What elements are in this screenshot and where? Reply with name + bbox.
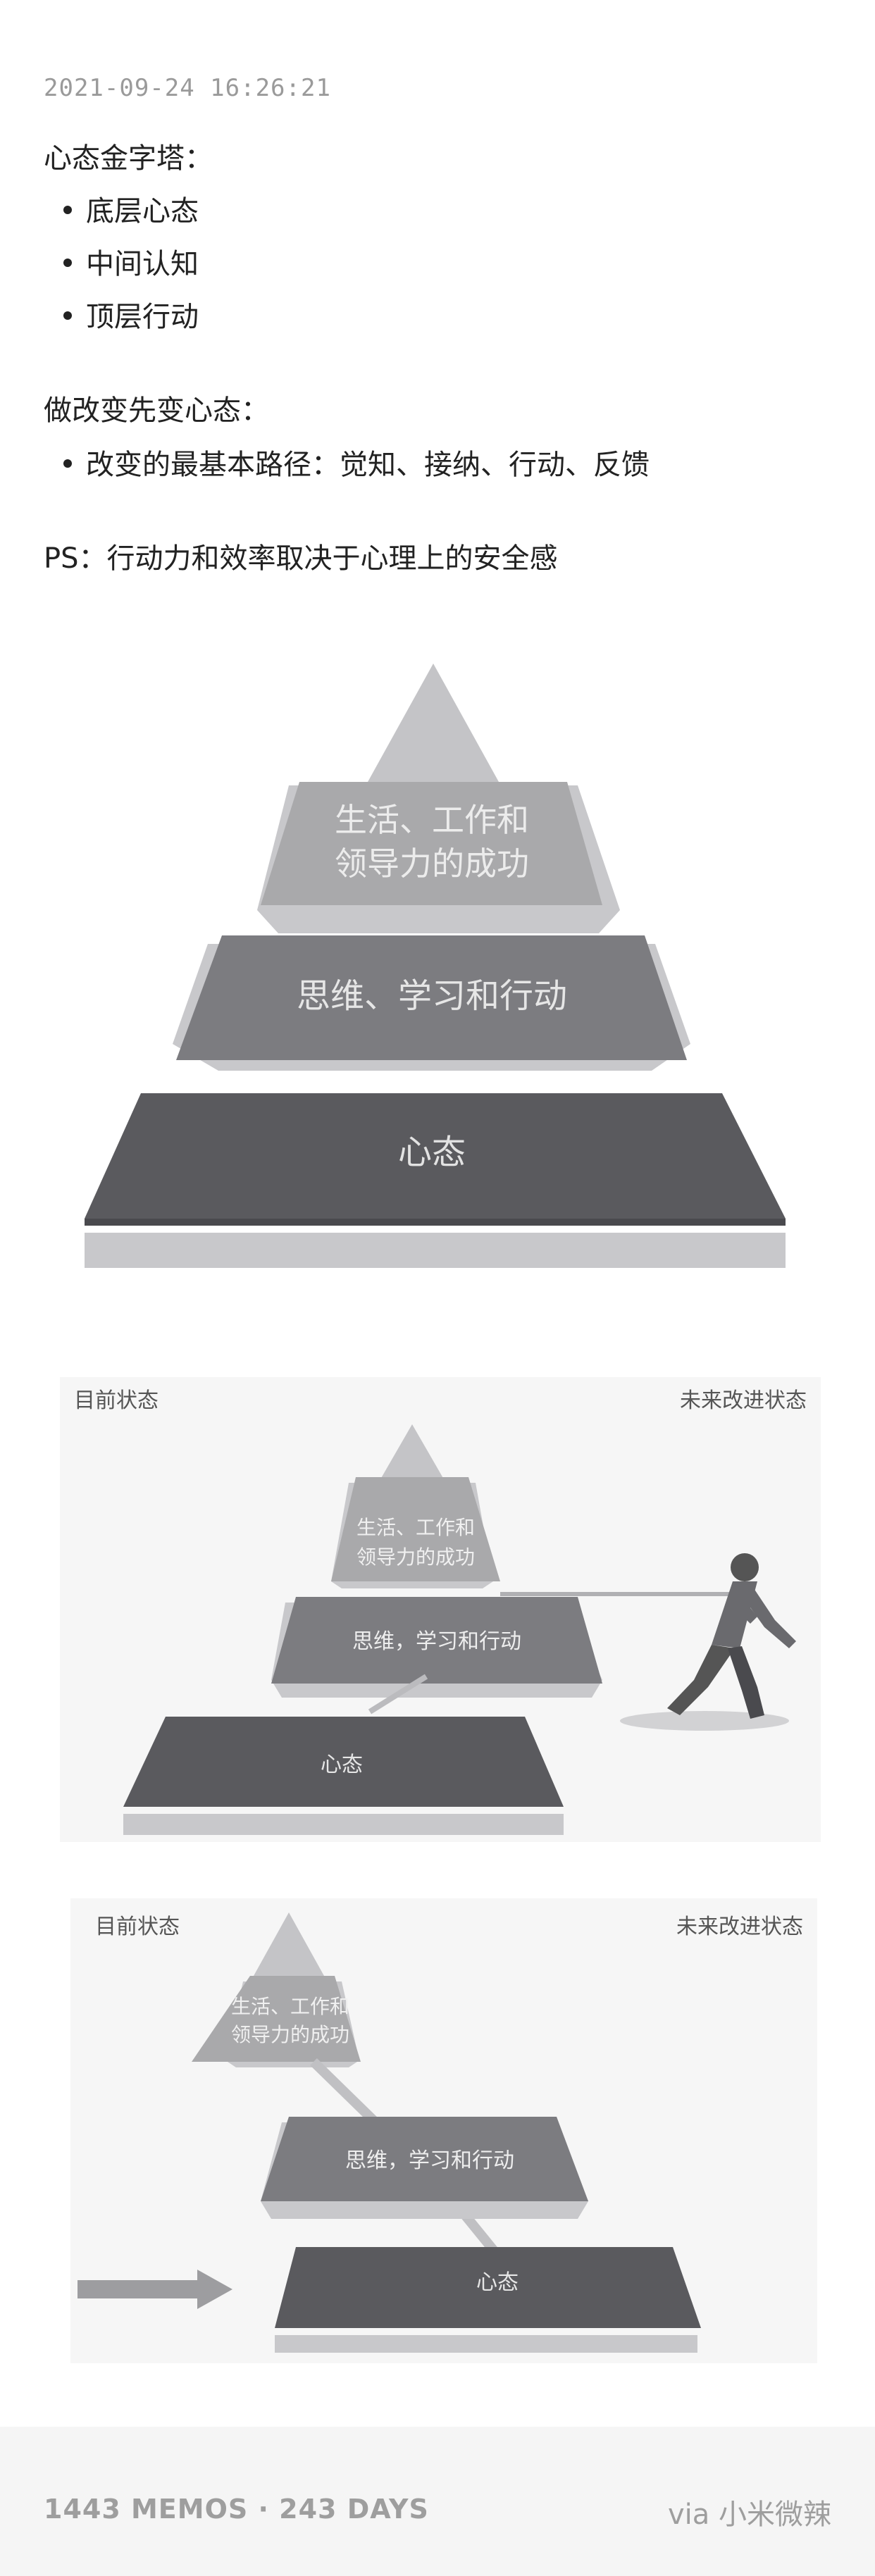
pyramid-top-line2: 领导力的成功	[335, 845, 529, 883]
current-vs-future-image-2: 目前状态 未来改进状态 生活、工作和 领导力的成功 思维，学习和行动 心态	[70, 1898, 817, 2363]
fig3-top-line1: 生活、工作和	[231, 1995, 349, 2018]
memo-stats: 1443 MEMOS · 243 DAYS	[44, 2494, 429, 2525]
bullet-text: 顶层行动	[86, 301, 199, 333]
bullet-item: 改变的最基本路径：觉知、接纳、行动、反馈	[63, 444, 650, 486]
pyramid-middle-label: 思维、学习和行动	[297, 976, 567, 1016]
future-state-label: 未来改进状态	[676, 1915, 803, 1939]
bullet-item: 顶层行动	[63, 296, 199, 338]
fig2-bottom-label: 心态	[321, 1753, 363, 1777]
fig3-middle-label: 思维，学习和行动	[345, 2148, 514, 2173]
bullet-dot-icon	[63, 459, 72, 468]
memo-timestamp: 2021-09-24 16:26:21	[44, 74, 331, 102]
fig3-bottom-label: 心态	[476, 2270, 519, 2295]
bullet-item: 中间认知	[63, 243, 199, 285]
pyramid-bottom-label: 心态	[398, 1133, 466, 1172]
bullet-dot-icon	[63, 311, 72, 320]
section1-title: 心态金字塔：	[44, 142, 213, 175]
future-state-label: 未来改进状态	[680, 1388, 807, 1413]
bullet-text: 改变的最基本路径：觉知、接纳、行动、反馈	[86, 449, 650, 481]
pyramid-top-line1: 生活、工作和	[335, 801, 529, 839]
bullet-text: 中间认知	[86, 248, 199, 280]
bullet-item: 底层心态	[63, 190, 199, 232]
current-state-label: 目前状态	[74, 1388, 159, 1413]
section2-title: 做改变先变心态：	[44, 394, 269, 427]
footer: 1443 MEMOS · 243 DAYS via 小米微辣	[0, 2427, 875, 2576]
ps-note: PS：行动力和效率取决于心理上的安全感	[44, 542, 558, 575]
current-vs-future-image-1: 目前状态 未来改进状态 生活、工作和 领导力的成功 思维，学习和行动 心态	[60, 1377, 821, 1842]
bullet-dot-icon	[63, 206, 72, 214]
fig2-top-line2: 领导力的成功	[356, 1545, 475, 1569]
fig3-top-line2: 领导力的成功	[231, 2023, 349, 2046]
bullet-text: 底层心态	[86, 195, 199, 228]
current-state-label: 目前状态	[95, 1915, 180, 1939]
fig2-top-line1: 生活、工作和	[356, 1516, 475, 1539]
mindset-pyramid-image: 生活、工作和 领导力的成功 思维、学习和行动 心态	[70, 655, 803, 1275]
via-author: via 小米微辣	[667, 2499, 831, 2531]
fig2-middle-label: 思维，学习和行动	[352, 1629, 521, 1654]
bullet-dot-icon	[63, 259, 72, 267]
